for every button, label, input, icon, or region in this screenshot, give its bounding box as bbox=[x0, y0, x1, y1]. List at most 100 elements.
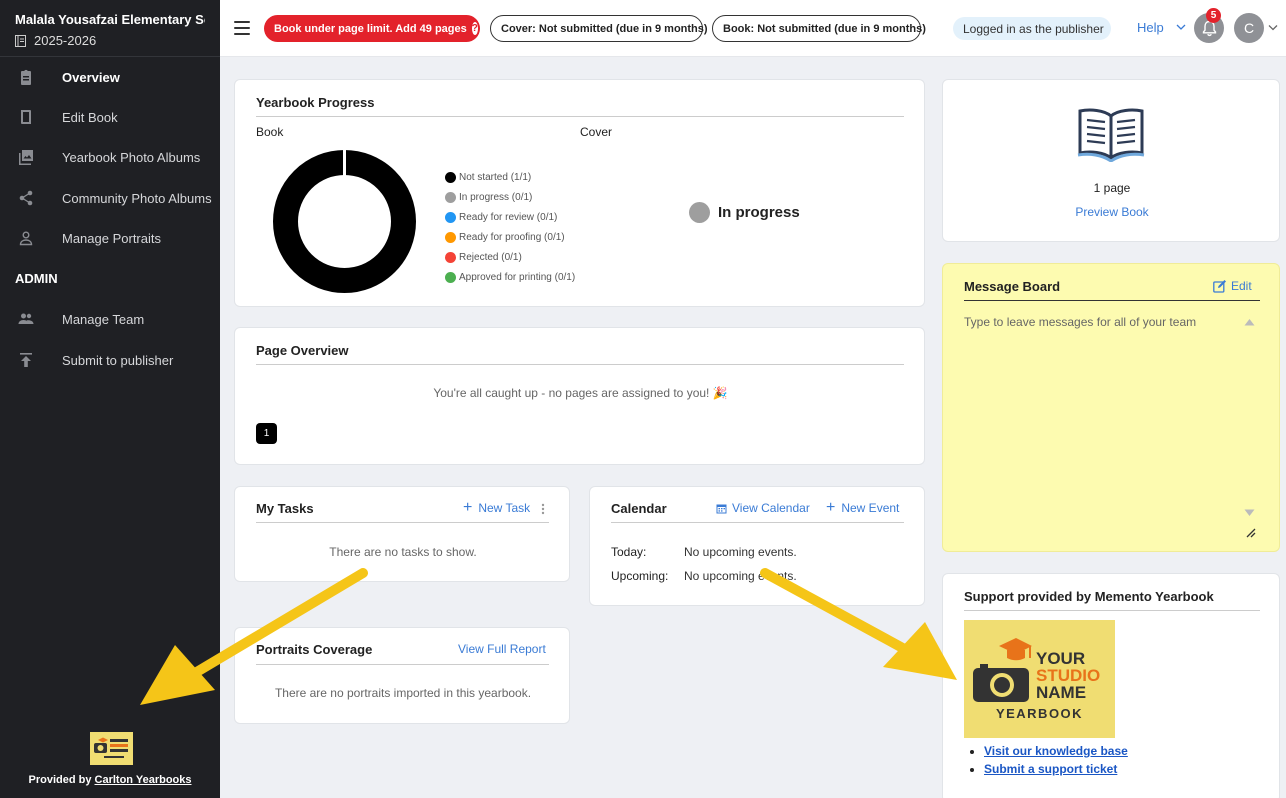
help-circle-icon[interactable]: ? bbox=[471, 22, 478, 35]
logo-line-3: NAME bbox=[1036, 683, 1087, 702]
divider bbox=[256, 116, 904, 117]
legend-label: Rejected (0/1) bbox=[459, 251, 522, 263]
sidebar-item-label: Community Photo Albums bbox=[62, 190, 212, 206]
book-progress-donut bbox=[273, 149, 416, 293]
more-vertical-icon[interactable] bbox=[541, 503, 545, 515]
book-small-icon bbox=[15, 34, 26, 47]
preview-book-card: 1 page Preview Book bbox=[942, 79, 1280, 242]
chevron-down-icon[interactable] bbox=[1268, 24, 1278, 32]
legend-item[interactable]: Rejected (0/1) bbox=[445, 247, 575, 267]
divider bbox=[256, 522, 549, 523]
sidebar-item-label: Edit Book bbox=[62, 109, 118, 125]
plus-icon: + bbox=[463, 499, 473, 516]
today-value: No upcoming events. bbox=[684, 545, 797, 559]
yearbook-progress-card: Yearbook Progress Book Cover Not started… bbox=[234, 79, 925, 307]
book-label: Book bbox=[256, 125, 284, 139]
card-title: Calendar bbox=[611, 501, 667, 516]
support-links: Visit our knowledge base Submit a suppor… bbox=[984, 744, 1128, 776]
provider-footer: Provided by Carlton Yearbooks bbox=[0, 774, 220, 786]
view-calendar-button[interactable]: View Calendar bbox=[716, 501, 810, 515]
camera-graduation-icon bbox=[973, 638, 1032, 702]
status-dot-icon bbox=[689, 202, 710, 223]
divider bbox=[964, 610, 1260, 611]
card-title: Support provided by Memento Yearbook bbox=[964, 589, 1214, 604]
school-year-label: 2025-2026 bbox=[34, 33, 97, 48]
portraits-coverage-card: Portraits Coverage View Full Report Ther… bbox=[234, 627, 570, 724]
provider-link[interactable]: Carlton Yearbooks bbox=[95, 774, 192, 786]
card-title: Message Board bbox=[964, 279, 1061, 294]
chevron-down-icon bbox=[1176, 24, 1186, 30]
legend-label: Ready for proofing (0/1) bbox=[459, 231, 565, 243]
school-name[interactable]: Malala Yousafzai Elementary Sch... bbox=[15, 12, 205, 27]
sidebar-item-edit-book[interactable]: Edit Book bbox=[0, 97, 220, 137]
logo-line-4: YEARBOOK bbox=[995, 706, 1084, 721]
upcoming-value: No upcoming events. bbox=[684, 569, 797, 583]
page-number-button[interactable]: 1 bbox=[256, 423, 277, 444]
page-overview-card: Page Overview You're all caught up - no … bbox=[234, 327, 925, 465]
page-limit-alert-text: Book under page limit. Add 49 pages bbox=[274, 22, 467, 35]
legend-dot-icon bbox=[445, 271, 456, 283]
legend-label: Approved for printing (0/1) bbox=[459, 271, 576, 283]
upload-icon bbox=[18, 352, 34, 368]
sidebar-item-overview[interactable]: Overview bbox=[0, 57, 220, 97]
provider-logo bbox=[90, 732, 133, 765]
legend-item[interactable]: Ready for review (0/1) bbox=[445, 207, 575, 227]
edit-label: Edit bbox=[1231, 279, 1252, 293]
sidebar-item-yearbook-photo-albums[interactable]: Yearbook Photo Albums bbox=[0, 137, 220, 177]
admin-section-label: ADMIN bbox=[15, 271, 58, 286]
legend-item[interactable]: Approved for printing (0/1) bbox=[445, 267, 575, 287]
no-tasks-message: There are no tasks to show. bbox=[329, 545, 477, 559]
person-icon bbox=[18, 230, 34, 246]
divider bbox=[256, 664, 549, 665]
message-input[interactable]: Type to leave messages for all of your t… bbox=[964, 315, 1196, 329]
card-title: Yearbook Progress bbox=[256, 95, 375, 110]
cover-status-label: In progress bbox=[718, 204, 800, 221]
page-limit-alert[interactable]: Book under page limit. Add 49 pages ? bbox=[264, 15, 480, 42]
sidebar-item-community-photo-albums[interactable]: Community Photo Albums bbox=[0, 178, 220, 218]
photo-library-icon bbox=[18, 149, 34, 165]
sidebar: Malala Yousafzai Elementary Sch... 2025-… bbox=[0, 0, 220, 798]
studio-logo: YOUR STUDIO NAME YEARBOOK bbox=[964, 620, 1115, 738]
legend-item[interactable]: Ready for proofing (0/1) bbox=[445, 227, 575, 247]
sidebar-item-manage-team[interactable]: Manage Team bbox=[0, 299, 220, 339]
open-book-icon bbox=[1077, 108, 1145, 162]
edit-message-button[interactable]: Edit bbox=[1213, 279, 1252, 293]
logo-line-1: YOUR bbox=[1036, 649, 1086, 668]
card-title: Portraits Coverage bbox=[256, 642, 373, 657]
preview-book-link[interactable]: Preview Book bbox=[943, 205, 1281, 219]
book-status-badge[interactable]: Book: Not submitted (due in 9 months) bbox=[712, 15, 926, 42]
support-card: Support provided by Memento Yearbook YOU… bbox=[942, 573, 1280, 798]
scroll-up-icon[interactable] bbox=[1244, 318, 1255, 326]
legend-dot-icon bbox=[445, 231, 456, 243]
list-item: Submit a support ticket bbox=[984, 762, 1128, 776]
card-title: My Tasks bbox=[256, 501, 314, 516]
list-item: Visit our knowledge base bbox=[984, 744, 1128, 758]
top-bar: Book under page limit. Add 49 pages ? Co… bbox=[220, 0, 1286, 57]
sidebar-item-label: Manage Portraits bbox=[62, 230, 161, 246]
sidebar-item-submit-to-publisher[interactable]: Submit to publisher bbox=[0, 340, 220, 380]
caught-up-message: You're all caught up - no pages are assi… bbox=[433, 386, 728, 400]
resize-handle-icon[interactable] bbox=[1246, 528, 1256, 538]
scroll-down-icon[interactable] bbox=[1244, 509, 1255, 517]
legend-item[interactable]: In progress (0/1) bbox=[445, 187, 575, 207]
support-ticket-link[interactable]: Submit a support ticket bbox=[984, 762, 1117, 776]
no-portraits-message: There are no portraits imported in this … bbox=[274, 686, 532, 700]
divider bbox=[964, 300, 1260, 301]
divider bbox=[256, 364, 904, 365]
menu-toggle-icon[interactable] bbox=[234, 21, 250, 35]
knowledge-base-link[interactable]: Visit our knowledge base bbox=[984, 744, 1128, 758]
view-full-report-link[interactable]: View Full Report bbox=[458, 642, 546, 656]
cover-status-badge[interactable]: Cover: Not submitted (due in 9 months) bbox=[490, 15, 708, 42]
avatar[interactable]: C bbox=[1234, 13, 1264, 43]
sidebar-item-label: Overview bbox=[62, 69, 120, 85]
sidebar-item-label: Manage Team bbox=[62, 311, 145, 327]
help-label: Help bbox=[1137, 20, 1164, 35]
legend-dot-icon bbox=[445, 251, 456, 263]
legend-item[interactable]: Not started (1/1) bbox=[445, 167, 575, 187]
new-event-button[interactable]: + New Event bbox=[826, 500, 899, 516]
publisher-badge: Logged in as the publisher bbox=[953, 17, 1111, 40]
new-task-button[interactable]: + New Task bbox=[463, 499, 531, 516]
help-menu[interactable]: Help bbox=[1137, 20, 1186, 35]
new-task-label: New Task bbox=[478, 501, 531, 515]
sidebar-item-manage-portraits[interactable]: Manage Portraits bbox=[0, 218, 220, 258]
